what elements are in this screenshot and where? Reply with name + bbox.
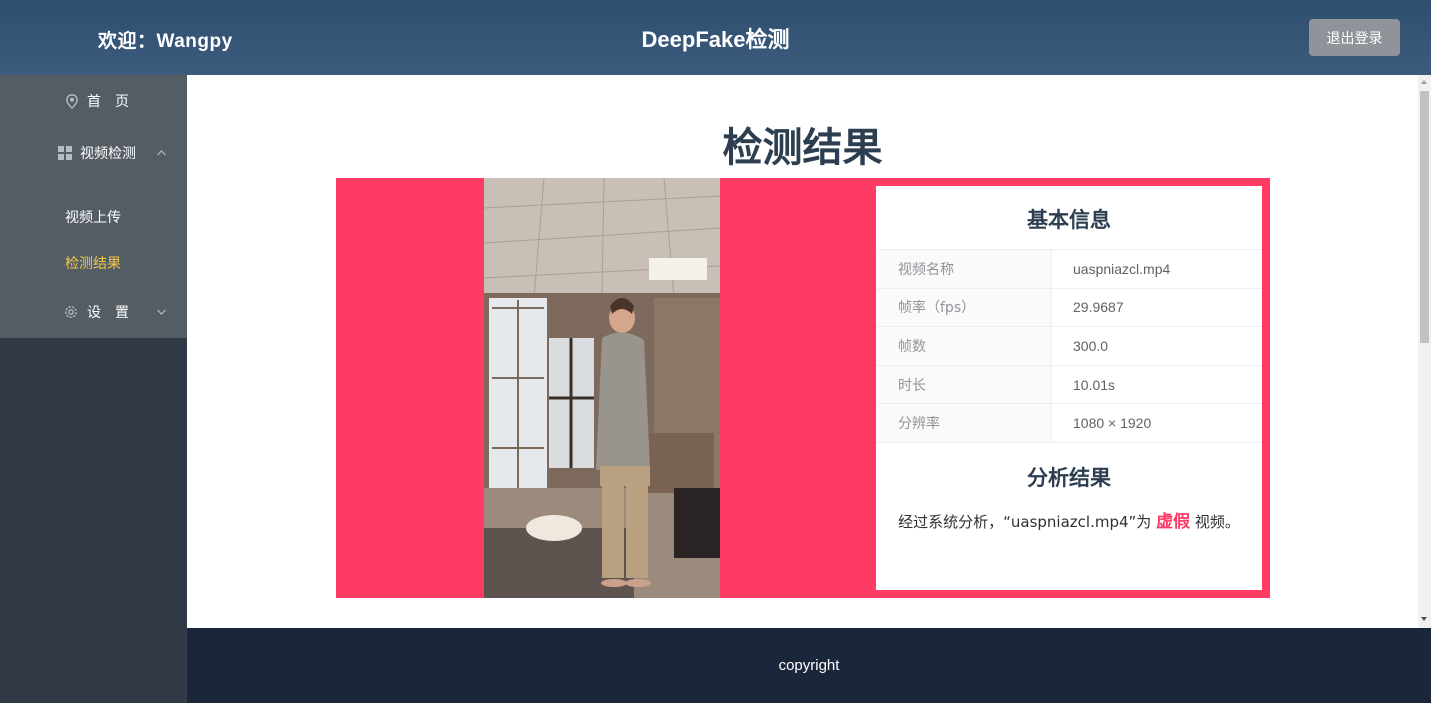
- scroll-thumb[interactable]: [1420, 91, 1429, 343]
- gear-icon: [63, 304, 79, 320]
- sidebar-item-settings[interactable]: 设 置: [0, 286, 187, 338]
- video-detection-submenu: 视频上传 检测结果: [0, 192, 187, 287]
- vertical-scrollbar[interactable]: [1418, 75, 1431, 628]
- info-value: 300.0: [1073, 337, 1109, 354]
- chevron-down-icon: [156, 307, 166, 317]
- video-frame[interactable]: [484, 178, 720, 598]
- info-key: 分辨率: [876, 404, 1052, 442]
- page-title: 检测结果: [722, 125, 883, 171]
- analysis-verdict: 虚假: [1156, 512, 1191, 532]
- analysis-suffix: 视频。: [1194, 513, 1240, 531]
- main-content: 检测结果 基本信息 视频名称 uaspniazcl.mp4 帧率（fps） 29…: [187, 75, 1418, 628]
- logout-button[interactable]: 退出登录: [1309, 19, 1400, 56]
- chevron-up-icon: [156, 148, 166, 158]
- sidebar-item-label: 设 置: [87, 305, 129, 321]
- info-key: 帧率（fps）: [876, 288, 1052, 327]
- scroll-down-icon[interactable]: [1421, 617, 1427, 621]
- info-value: 1080 × 1920: [1073, 415, 1152, 432]
- analysis-text: 经过系统分析，“uaspniazcl.mp4”为 虚假 视频。: [876, 507, 1262, 532]
- sidebar-item-label: 视频检测: [80, 146, 136, 162]
- footer-text: copyright: [778, 657, 840, 674]
- table-row: 帧数 300.0: [876, 327, 1262, 366]
- location-pin-icon: [64, 93, 80, 109]
- table-row: 视频名称 uaspniazcl.mp4: [876, 250, 1262, 289]
- sidebar-menu: 首 页 视频检测 视频上传 检测结果 设 置: [0, 75, 187, 338]
- scroll-up-icon[interactable]: [1421, 80, 1427, 84]
- sidebar-item-label: 首 页: [87, 94, 129, 110]
- grid-icon: [57, 145, 73, 161]
- info-key: 帧数: [876, 327, 1052, 365]
- sidebar-item-video-detection[interactable]: 视频检测: [0, 127, 187, 179]
- top-header: 欢迎：Wangpy DeepFake检测 退出登录: [0, 0, 1431, 75]
- info-value: uaspniazcl.mp4: [1073, 260, 1171, 277]
- app-title: DeepFake检测: [641, 27, 790, 52]
- info-card: 基本信息 视频名称 uaspniazcl.mp4 帧率（fps） 29.9687…: [876, 186, 1262, 590]
- sidebar: 首 页 视频检测 视频上传 检测结果 设 置: [0, 75, 187, 703]
- table-row: 时长 10.01s: [876, 365, 1262, 405]
- info-value: 29.9687: [1073, 299, 1124, 316]
- info-value: 10.01s: [1073, 376, 1116, 393]
- sidebar-item-video-upload[interactable]: 视频上传: [65, 207, 121, 227]
- footer: copyright: [187, 628, 1431, 703]
- sidebar-item-detection-result[interactable]: 检测结果: [65, 253, 121, 273]
- table-row: 分辨率 1080 × 1920: [876, 404, 1262, 443]
- table-row: 帧率（fps） 29.9687: [876, 288, 1262, 328]
- analysis-title: 分析结果: [1027, 466, 1111, 490]
- result-panel: 基本信息 视频名称 uaspniazcl.mp4 帧率（fps） 29.9687…: [336, 178, 1270, 598]
- sidebar-item-home[interactable]: 首 页: [0, 75, 187, 127]
- info-key: 视频名称: [876, 250, 1052, 288]
- analysis-prefix: 经过系统分析，“uaspniazcl.mp4”为: [898, 513, 1152, 531]
- info-table: 视频名称 uaspniazcl.mp4 帧率（fps） 29.9687 帧数 3…: [876, 249, 1262, 443]
- info-key: 时长: [876, 365, 1052, 404]
- basic-info-title: 基本信息: [1027, 208, 1111, 232]
